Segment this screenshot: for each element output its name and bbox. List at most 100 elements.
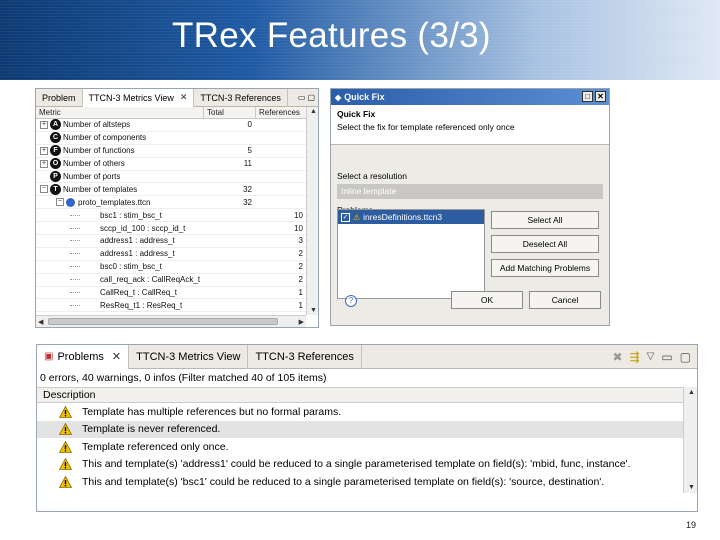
metric-row[interactable]: sccp_id_100 : sccp_id_t 10 <box>36 222 318 236</box>
problem-description: This and template(s) 'bsc1' could be red… <box>82 475 605 488</box>
metric-row[interactable]: call_req_ack : CallReqAck_t 2 <box>36 274 318 287</box>
filter-summary: 0 errors, 40 warnings, 0 infos (Filter m… <box>40 372 327 384</box>
metric-row[interactable]: − proto_templates.ttcn 32 <box>36 196 318 210</box>
close-icon[interactable]: ✕ <box>112 350 121 363</box>
column-header-references[interactable]: References <box>256 106 308 119</box>
cancel-button[interactable]: Cancel <box>529 291 601 309</box>
minimize-icon[interactable]: ▭ <box>661 350 672 364</box>
metric-name: bsc1 : stim_bsc_t <box>100 210 162 220</box>
expand-icon[interactable]: + <box>40 146 48 155</box>
problems-view-panel: ▣ Problems ✕ TTCN-3 Metrics View TTCN-3 … <box>36 344 698 512</box>
scroll-down-icon[interactable]: ▼ <box>310 307 317 314</box>
slide-title: TRex Features (3/3) <box>172 16 491 55</box>
metric-name: CallReq_t : CallReq_t <box>100 288 177 298</box>
maximize-icon[interactable]: ▢ <box>680 350 691 364</box>
problem-row[interactable]: Template has multiple references but no … <box>37 403 697 421</box>
problem-row[interactable]: This and template(s) 'bsc1' could be red… <box>37 473 697 491</box>
metric-row[interactable]: + F Number of functions 5 <box>36 145 318 158</box>
metric-row[interactable]: ResReq_t1 : ResReq_t 1 <box>36 299 318 313</box>
close-icon[interactable]: ✕ <box>595 91 606 102</box>
vertical-scrollbar[interactable]: ▲ ▼ <box>306 107 318 315</box>
warning-icon <box>59 458 72 471</box>
problem-list-item[interactable]: ✓ ⚠ inresDefinitions.ttcn3 <box>338 210 484 224</box>
tab-references[interactable]: TTCN-3 References <box>248 344 362 369</box>
help-icon[interactable]: ? <box>345 295 357 307</box>
problem-row[interactable]: This and template(s) 'address1' could be… <box>37 456 697 474</box>
tab-label: TTCN-3 References <box>200 92 281 103</box>
warning-icon <box>59 440 72 453</box>
scroll-right-icon[interactable]: ▶ <box>299 318 304 326</box>
problems-icon: ▣ <box>44 351 54 362</box>
dialog-header: Quick Fix Select the fix for template re… <box>331 105 609 145</box>
metrics-tabbar: Problem TTCN-3 Metrics View ✕ TTCN-3 Refe… <box>36 88 318 107</box>
collapse-icon[interactable]: − <box>40 185 48 194</box>
metric-row[interactable]: bsc1 : stim_bsc_t 10 <box>36 209 318 223</box>
tab-metrics-view[interactable]: TTCN-3 Metrics View ✕ <box>82 88 195 107</box>
metric-row[interactable]: + O Number of others 11 <box>36 158 318 171</box>
problem-row[interactable]: Template referenced only once. <box>37 438 697 456</box>
metric-row[interactable]: bsc0 : stim_bsc_t 2 <box>36 261 318 274</box>
column-header-description[interactable]: Description <box>37 387 697 403</box>
metric-total: 32 <box>243 197 252 207</box>
scroll-left-icon[interactable]: ◀ <box>38 318 43 326</box>
metric-total: 0 <box>247 120 252 130</box>
metric-references: 1 <box>298 288 303 298</box>
deselect-all-button[interactable]: Deselect All <box>491 235 599 253</box>
tab-problems[interactable]: ▣ Problems ✕ <box>37 344 130 369</box>
horizontal-scrollbar[interactable]: ◀ ▶ <box>36 315 306 327</box>
metric-name: Number of functions <box>63 146 135 156</box>
close-icon[interactable]: ✕ <box>180 92 188 103</box>
vertical-scrollbar[interactable]: ▲ ▼ <box>683 387 697 493</box>
metric-row[interactable]: P Number of ports <box>36 171 318 184</box>
filter-icon[interactable]: ⇶ <box>630 350 640 364</box>
maximize-icon[interactable]: ▢ <box>307 93 315 102</box>
metric-row[interactable]: address1 : address_t 3 <box>36 235 318 248</box>
expand-icon[interactable]: + <box>40 120 48 129</box>
view-menu-icon[interactable]: ▽ <box>647 351 655 362</box>
add-matching-problems-button[interactable]: Add Matching Problems <box>491 259 599 277</box>
metric-name: bsc0 : stim_bsc_t <box>100 262 162 272</box>
ok-button[interactable]: OK <box>451 291 523 309</box>
metric-row[interactable]: C Number of components <box>36 132 318 145</box>
metric-name: Number of ports <box>63 172 121 181</box>
metric-references: 2 <box>298 262 303 272</box>
tab-references[interactable]: TTCN-3 References <box>194 88 288 107</box>
minimize-icon[interactable]: ▭ <box>298 93 306 102</box>
metric-references: 10 <box>294 210 303 220</box>
column-header-total[interactable]: Total <box>204 106 256 119</box>
scroll-up-icon[interactable]: ▲ <box>688 389 695 396</box>
resolution-item[interactable]: Inline template <box>337 184 603 199</box>
delete-icon[interactable]: ✖ <box>612 350 622 364</box>
tab-problems[interactable]: Problem <box>36 88 83 107</box>
problem-row[interactable]: Template is never referenced. <box>37 420 697 438</box>
metric-name: sccp_id_100 : sccp_id_t <box>100 223 186 233</box>
metric-row[interactable]: − T Number of templates 32 <box>36 183 318 197</box>
dialog-title: Quick Fix <box>344 92 385 102</box>
metrics-table-header: Metric Total References <box>36 106 318 119</box>
scroll-down-icon[interactable]: ▼ <box>688 484 695 491</box>
dialog-icon: ◆ <box>335 92 342 102</box>
metric-references: 3 <box>298 236 303 246</box>
metric-name: Number of altsteps <box>63 120 131 130</box>
metric-name: Number of others <box>63 159 125 169</box>
collapse-icon[interactable]: − <box>56 198 64 207</box>
column-header-metric[interactable]: Metric <box>36 106 204 119</box>
warning-icon <box>59 423 72 436</box>
select-all-button[interactable]: Select All <box>491 211 599 229</box>
tab-label: TTCN-3 Metrics View <box>136 350 241 363</box>
metric-row[interactable]: address1 : address_t 2 <box>36 248 318 261</box>
expand-icon[interactable]: + <box>40 159 48 168</box>
warning-icon <box>59 405 72 418</box>
quick-fix-dialog: ◆ Quick Fix □ ✕ Quick Fix Select the fix… <box>330 88 610 326</box>
tab-metrics-view[interactable]: TTCN-3 Metrics View <box>129 344 249 369</box>
scroll-up-icon[interactable]: ▲ <box>310 108 317 115</box>
metric-name: ResReq_t1 : ResReq_t <box>100 300 183 310</box>
metric-row[interactable]: + A Number of altsteps 0 <box>36 119 318 132</box>
tab-label: TTCN-3 Metrics View <box>88 92 174 103</box>
metric-total: 11 <box>243 159 252 169</box>
metric-badge-icon: T <box>50 183 61 195</box>
metric-row[interactable]: CallReq_t : CallReq_t 1 <box>36 287 318 300</box>
checkbox[interactable]: ✓ <box>341 212 350 222</box>
scroll-thumb[interactable] <box>48 318 278 325</box>
maximize-icon[interactable]: □ <box>582 91 593 102</box>
